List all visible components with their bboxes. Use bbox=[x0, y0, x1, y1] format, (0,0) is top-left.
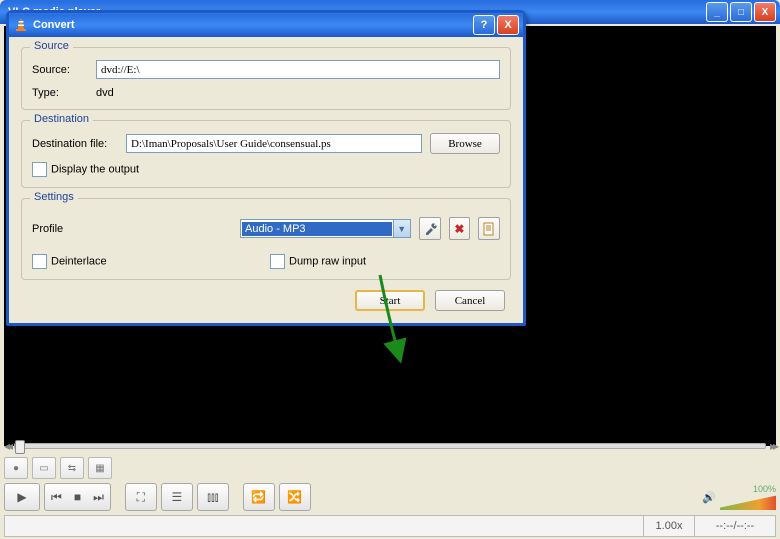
destination-file-label: Destination file: bbox=[32, 138, 118, 150]
convert-dialog: Convert ? X Source Source: Type: dvd Des… bbox=[6, 10, 526, 326]
close-button[interactable]: X bbox=[754, 2, 776, 22]
source-group: Source Source: Type: dvd bbox=[21, 47, 511, 110]
delete-profile-button[interactable]: ✖ bbox=[449, 217, 471, 240]
profile-value: Audio - MP3 bbox=[242, 222, 392, 236]
seek-thumb[interactable] bbox=[15, 440, 25, 454]
deinterlace-checkbox[interactable]: Deinterlace bbox=[32, 254, 262, 269]
checkbox-icon bbox=[270, 254, 285, 269]
volume-control[interactable]: 🔊 100% bbox=[702, 484, 776, 510]
seek-fwd-icon[interactable]: ▸▸ bbox=[770, 439, 776, 453]
minimize-button[interactable]: _ bbox=[706, 2, 728, 22]
destination-file-input[interactable] bbox=[126, 134, 422, 153]
playlist-button[interactable]: ☰ bbox=[161, 483, 193, 511]
dump-raw-label: Dump raw input bbox=[289, 255, 366, 267]
next-icon[interactable]: ⏭ bbox=[87, 490, 110, 505]
deinterlace-label: Deinterlace bbox=[51, 255, 107, 267]
dialog-title: Convert bbox=[33, 19, 471, 31]
display-output-checkbox[interactable]: Display the output bbox=[32, 162, 139, 177]
fullscreen-button[interactable]: ⛶ bbox=[125, 483, 157, 511]
status-bar: 1.00x --:--/--:-- bbox=[4, 515, 776, 537]
playback-speed[interactable]: 1.00x bbox=[643, 516, 694, 536]
seek-back-icon[interactable]: ◂◂ bbox=[4, 439, 10, 453]
start-button[interactable]: Start bbox=[355, 290, 425, 311]
seek-track[interactable] bbox=[14, 443, 766, 449]
volume-percent: 100% bbox=[753, 484, 776, 494]
edit-profile-button[interactable] bbox=[419, 217, 441, 240]
dialog-titlebar[interactable]: Convert ? X bbox=[9, 13, 523, 37]
maximize-button[interactable]: □ bbox=[730, 2, 752, 22]
settings-legend: Settings bbox=[30, 191, 78, 203]
bottom-panel: ◂◂ ▸▸ ● ▭ ⇆ ▦ ▶ ⏮■⏭ ⛶ ☰ ⫾⫾⫾ 🔁 🔀 🔊 bbox=[4, 439, 776, 537]
source-legend: Source bbox=[30, 40, 73, 52]
checkbox-icon bbox=[32, 162, 47, 177]
browse-button[interactable]: Browse bbox=[430, 133, 500, 154]
shuffle-button[interactable]: 🔀 bbox=[279, 483, 311, 511]
destination-legend: Destination bbox=[30, 113, 93, 125]
display-output-label: Display the output bbox=[51, 163, 139, 175]
loop-button[interactable]: 🔁 bbox=[243, 483, 275, 511]
checkbox-icon bbox=[32, 254, 47, 269]
dialog-close-button[interactable]: X bbox=[497, 15, 519, 35]
chevron-down-icon[interactable]: ▼ bbox=[393, 220, 410, 237]
atob-button[interactable]: ⇆ bbox=[60, 457, 84, 479]
time-display: --:--/--:-- bbox=[694, 516, 775, 536]
cancel-button[interactable]: Cancel bbox=[435, 290, 505, 311]
play-button[interactable]: ▶ bbox=[4, 483, 40, 511]
profile-select[interactable]: Audio - MP3 ▼ bbox=[240, 219, 411, 238]
stop-icon[interactable]: ■ bbox=[68, 490, 87, 504]
new-profile-button[interactable] bbox=[478, 217, 500, 240]
dialog-button-row: Start Cancel bbox=[21, 290, 511, 311]
volume-bar[interactable] bbox=[720, 494, 776, 510]
vlc-cone-icon bbox=[13, 17, 29, 33]
source-label: Source: bbox=[32, 64, 88, 76]
prev-stop-next-group[interactable]: ⏮■⏭ bbox=[44, 483, 111, 511]
type-value: dvd bbox=[96, 87, 114, 99]
snapshot-button[interactable]: ▭ bbox=[32, 457, 56, 479]
toolbar-row-2: ▶ ⏮■⏭ ⛶ ☰ ⫾⫾⫾ 🔁 🔀 🔊 100% bbox=[4, 483, 776, 511]
dump-raw-checkbox[interactable]: Dump raw input bbox=[270, 254, 366, 269]
frame-button[interactable]: ▦ bbox=[88, 457, 112, 479]
seek-bar-row: ◂◂ ▸▸ bbox=[4, 439, 776, 453]
dialog-help-button[interactable]: ? bbox=[473, 15, 495, 35]
document-icon bbox=[483, 222, 495, 236]
destination-group: Destination Destination file: Browse Dis… bbox=[21, 120, 511, 188]
type-label: Type: bbox=[32, 87, 88, 99]
profile-label: Profile bbox=[32, 223, 232, 235]
speaker-icon[interactable]: 🔊 bbox=[702, 491, 716, 504]
source-input[interactable] bbox=[96, 60, 500, 79]
prev-icon[interactable]: ⏮ bbox=[45, 490, 68, 505]
status-text bbox=[5, 516, 643, 536]
record-button[interactable]: ● bbox=[4, 457, 28, 479]
toolbar-row-1: ● ▭ ⇆ ▦ bbox=[4, 457, 776, 479]
equalizer-button[interactable]: ⫾⫾⫾ bbox=[197, 483, 229, 511]
settings-group: Settings Profile Audio - MP3 ▼ ✖ Deinter… bbox=[21, 198, 511, 280]
wrench-icon bbox=[423, 222, 437, 236]
